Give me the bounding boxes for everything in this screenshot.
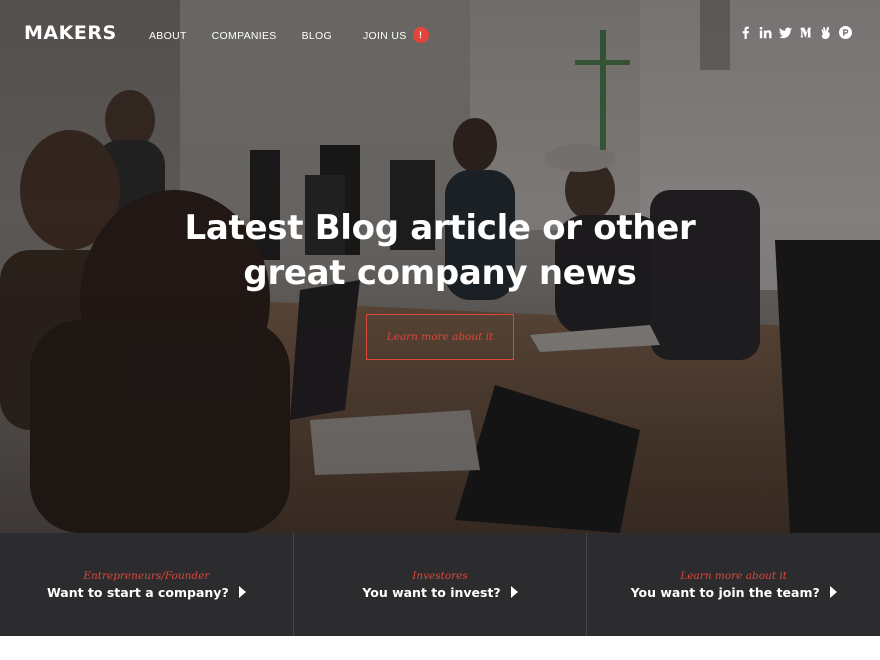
hero-headline-line-1: Latest Blog article or other xyxy=(184,208,696,248)
hero-section: MAKERS ABOUT COMPANIES BLOG JOIN US ! La… xyxy=(0,0,880,533)
nav-link-companies[interactable]: COMPANIES xyxy=(212,30,277,42)
card-title-row: Want to start a company? xyxy=(47,585,246,600)
hero-headline: Latest Blog article or other great compa… xyxy=(0,206,880,296)
card-title: You want to invest? xyxy=(362,584,501,600)
nav-link-blog[interactable]: BLOG xyxy=(302,30,332,42)
card-investors[interactable]: Investores You want to invest? xyxy=(292,533,587,636)
angellist-icon[interactable] xyxy=(815,24,835,40)
play-arrow-icon[interactable] xyxy=(829,586,837,598)
play-arrow-icon[interactable] xyxy=(510,586,518,598)
linkedin-icon[interactable] xyxy=(755,24,775,40)
card-title: Want to start a company? xyxy=(46,584,229,600)
card-subtitle: Entrepreneurs/Founder xyxy=(83,569,210,582)
makers-logo[interactable]: MAKERS xyxy=(24,22,117,44)
card-subtitle: Learn more about it xyxy=(680,569,787,582)
nav-link-about[interactable]: ABOUT xyxy=(149,30,187,42)
card-title-row: You want to join the team? xyxy=(631,585,837,600)
twitter-icon[interactable] xyxy=(775,24,795,40)
social-links xyxy=(735,24,855,40)
card-entrepreneurs[interactable]: Entrepreneurs/Founder Want to start a co… xyxy=(0,533,293,636)
learn-more-button[interactable]: Learn more about it xyxy=(366,314,514,360)
play-arrow-icon[interactable] xyxy=(238,586,246,598)
nav-link-join-us[interactable]: JOIN US xyxy=(363,30,407,42)
join-us-notification-badge[interactable]: ! xyxy=(412,27,429,43)
nav-menu: ABOUT COMPANIES BLOG JOIN US ! xyxy=(149,27,429,43)
top-navigation: MAKERS ABOUT COMPANIES BLOG JOIN US ! xyxy=(0,0,880,70)
facebook-icon[interactable] xyxy=(735,24,755,40)
hero-headline-line-2: great company news xyxy=(243,253,637,293)
audience-cards: Entrepreneurs/Founder Want to start a co… xyxy=(0,533,880,636)
card-join-team[interactable]: Learn more about it You want to join the… xyxy=(586,533,880,636)
producthunt-icon[interactable] xyxy=(835,24,855,40)
card-title-row: You want to invest? xyxy=(362,584,518,600)
medium-icon[interactable] xyxy=(795,24,815,40)
card-title: You want to join the team? xyxy=(630,584,820,600)
card-subtitle: Investores xyxy=(412,569,468,582)
